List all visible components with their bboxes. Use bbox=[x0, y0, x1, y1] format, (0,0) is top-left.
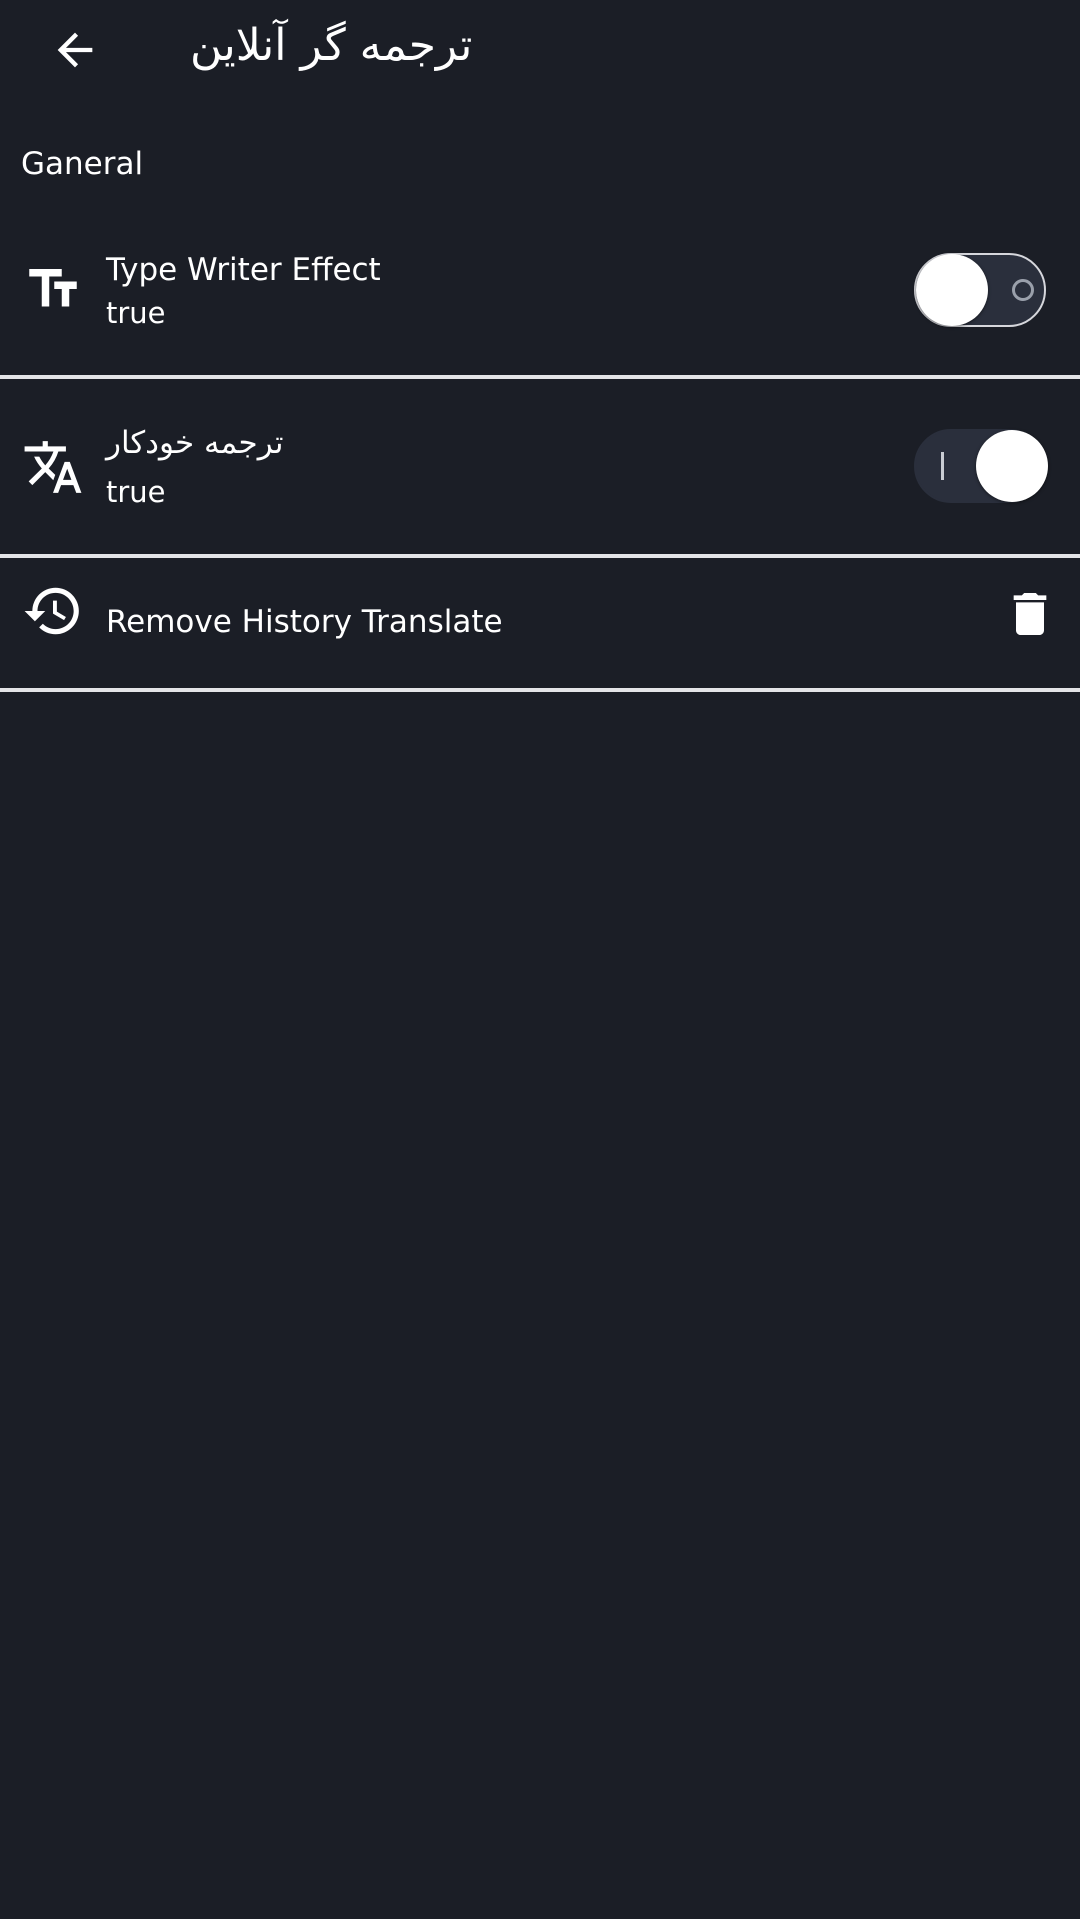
app-bar: ترجمه گر آنلاین bbox=[0, 0, 1080, 100]
preference-summary: true bbox=[106, 296, 166, 330]
app-title: ترجمه گر آنلاین bbox=[190, 20, 473, 71]
arrow-back-icon bbox=[57, 32, 93, 68]
switch-off-indicator-icon bbox=[1012, 279, 1034, 301]
preference-remove-history[interactable]: Remove History Translate bbox=[0, 558, 1080, 688]
delete-history-button[interactable] bbox=[1000, 584, 1060, 644]
preference-auto-translate[interactable]: ترجمه خودکار true bbox=[0, 379, 1080, 554]
type-writer-effect-switch[interactable] bbox=[914, 251, 1050, 331]
auto-translate-switch[interactable] bbox=[914, 427, 1050, 507]
preference-type-writer-effect[interactable]: Type Writer Effect true bbox=[0, 230, 1080, 375]
translate-icon bbox=[20, 434, 86, 500]
switch-on-indicator-icon bbox=[941, 452, 944, 480]
section-header-general: Ganeral bbox=[21, 146, 144, 182]
preference-title: ترجمه خودکار bbox=[106, 425, 284, 461]
text-fields-icon bbox=[20, 256, 86, 322]
history-icon bbox=[20, 578, 86, 644]
switch-thumb[interactable] bbox=[976, 430, 1048, 502]
trash-icon bbox=[1013, 593, 1047, 635]
back-button[interactable] bbox=[30, 10, 120, 90]
preference-summary: true bbox=[106, 475, 166, 509]
preference-title: Type Writer Effect bbox=[106, 252, 381, 288]
divider bbox=[0, 688, 1080, 692]
switch-thumb[interactable] bbox=[916, 254, 988, 326]
preference-title: Remove History Translate bbox=[106, 604, 503, 640]
